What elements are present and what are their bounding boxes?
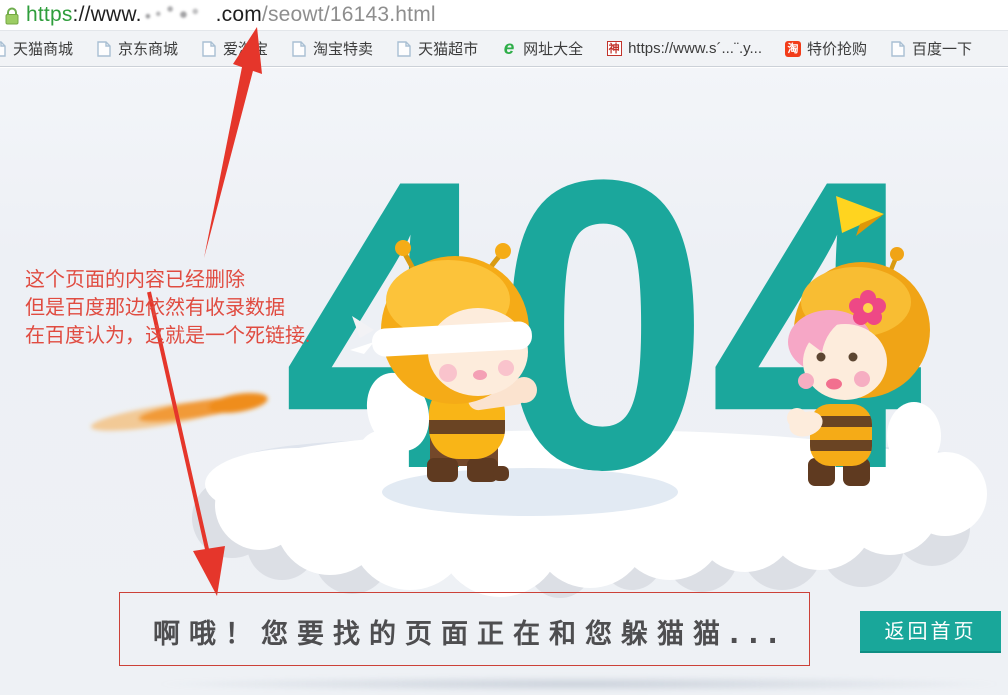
annotation-rectangle xyxy=(119,592,810,666)
url-host-prefix: ://www. xyxy=(73,3,142,26)
tao-red-icon: 淘 xyxy=(785,41,801,57)
bookmark-tmall[interactable]: 天猫商城 xyxy=(0,38,73,59)
address-bar[interactable]: https://www. .com/seowt/16143.html xyxy=(0,0,1008,30)
bookmark-tejia-qianggou[interactable]: 淘 特价抢购 xyxy=(785,38,867,59)
annotation-note: 这个页面的内容已经删除 但是百度那边依然有收录数据 在百度认为，这就是一个死链接… xyxy=(25,266,310,350)
bookmark-label: 爱淘宝 xyxy=(223,38,268,59)
green-e-icon: e xyxy=(501,41,517,57)
bookmark-baidu[interactable]: 百度一下 xyxy=(890,38,972,59)
url-domain-obscured xyxy=(142,5,216,21)
url-tld: .com xyxy=(216,3,262,26)
bookmark-wangzhi-daquan[interactable]: e 网址大全 xyxy=(501,38,583,59)
page-icon xyxy=(396,41,412,57)
url-path: /seowt/16143.html xyxy=(262,3,436,26)
bookmark-label: 网址大全 xyxy=(523,38,583,59)
bookmark-taobao-temai[interactable]: 淘宝特卖 xyxy=(291,38,373,59)
page-icon xyxy=(890,41,906,57)
annotation-line: 这个页面的内容已经删除 xyxy=(25,266,310,294)
bookmark-label: 淘宝特卖 xyxy=(313,38,373,59)
page-icon xyxy=(291,41,307,57)
ssl-lock-icon xyxy=(4,7,20,25)
bookmark-jd[interactable]: 京东商城 xyxy=(96,38,178,59)
bookmarks-bar: 天猫商城 京东商城 爱淘宝 淘宝特卖 天猫超市 e 网址大全 神 https:/… xyxy=(0,30,1008,67)
annotation-line: 在百度认为，这就是一个死链接. xyxy=(25,322,310,350)
annotation-line: 但是百度那边依然有收录数据 xyxy=(25,294,310,322)
bookmark-label: 百度一下 xyxy=(912,38,972,59)
bookmark-label: https://www.s´...¨.y... xyxy=(628,40,762,57)
page-icon xyxy=(0,41,7,57)
bookmark-label: 京东商城 xyxy=(118,38,178,59)
url-protocol: https xyxy=(26,3,73,26)
page-icon xyxy=(201,41,217,57)
shen-red-icon: 神 xyxy=(607,41,622,56)
bookmark-tmall-market[interactable]: 天猫超市 xyxy=(396,38,478,59)
bookmark-label: 特价抢购 xyxy=(807,38,867,59)
page-icon xyxy=(96,41,112,57)
bookmark-label: 天猫超市 xyxy=(418,38,478,59)
bookmark-label: 天猫商城 xyxy=(13,38,73,59)
bottom-shadow xyxy=(150,676,1008,692)
bookmark-aitaobao[interactable]: 爱淘宝 xyxy=(201,38,268,59)
bookmark-url-shen[interactable]: 神 https://www.s´...¨.y... xyxy=(606,40,762,57)
return-home-button[interactable]: 返回首页 xyxy=(860,611,1001,653)
url-text: https://www. .com/seowt/16143.html xyxy=(26,3,436,27)
